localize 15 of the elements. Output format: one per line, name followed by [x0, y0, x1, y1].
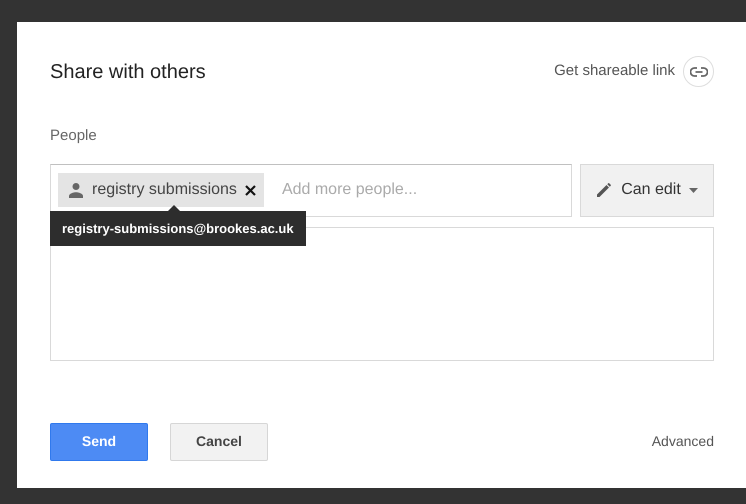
- advanced-link[interactable]: Advanced: [652, 431, 714, 452]
- people-label: People: [50, 126, 98, 146]
- tooltip-pointer: [168, 204, 180, 210]
- pencil-icon: [595, 181, 614, 199]
- shareable-link[interactable]: Get shareable link: [554, 60, 675, 83]
- permission-dropdown[interactable]: Can edit: [580, 164, 714, 216]
- link-icon[interactable]: [683, 56, 714, 87]
- remove-icon[interactable]: [244, 184, 256, 196]
- person-icon: [68, 182, 84, 198]
- people-field[interactable]: registry submissions Add more people...: [50, 164, 572, 216]
- recipient-chip[interactable]: registry submissions: [58, 173, 264, 207]
- dialog-title: Share with others: [50, 60, 206, 84]
- cancel-button[interactable]: Cancel: [170, 422, 268, 460]
- email-tooltip: registry-submissions@brookes.ac.uk: [50, 210, 306, 246]
- caret-icon: [688, 188, 698, 192]
